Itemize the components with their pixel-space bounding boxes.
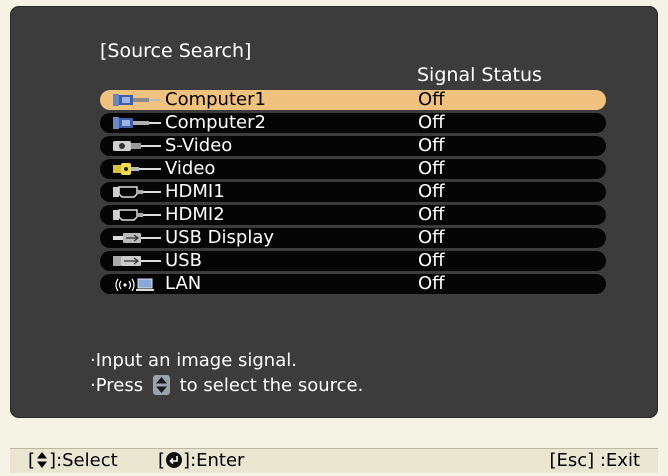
source-row-video[interactable]: Video Off (100, 159, 606, 179)
footer-enter-label: :Enter (190, 450, 245, 471)
svideo-connector-icon (113, 141, 161, 151)
source-status: Off (418, 250, 445, 271)
source-status: Off (418, 227, 445, 248)
up-down-arrow-icon (152, 375, 170, 395)
source-label: HDMI1 (165, 181, 225, 202)
source-row-lan[interactable]: LAN Off (100, 274, 606, 294)
source-row-svideo[interactable]: S-Video Off (100, 136, 606, 156)
help-select-text: to select the source. (179, 375, 364, 396)
source-status: Off (418, 181, 445, 202)
enter-button-icon (166, 452, 183, 468)
usb-connector-icon (113, 233, 161, 243)
source-status: Off (418, 204, 445, 225)
source-label: LAN (165, 273, 202, 294)
source-row-computer2[interactable]: Computer2 Off (100, 113, 606, 133)
source-label: Computer1 (165, 89, 266, 110)
vga-connector-icon (113, 94, 161, 106)
source-label: Computer2 (165, 112, 266, 133)
source-label: Video (165, 158, 216, 179)
source-label: HDMI2 (165, 204, 225, 225)
help-text-select-source: ·Press to select the source. (90, 375, 363, 396)
source-status: Off (418, 112, 445, 133)
source-row-hdmi2[interactable]: HDMI2 Off (100, 205, 606, 225)
source-status: Off (418, 158, 445, 179)
source-status: Off (418, 89, 445, 110)
source-status: Off (418, 273, 445, 294)
rca-video-connector-icon (113, 163, 161, 175)
source-row-usb-display[interactable]: USB Display Off (100, 228, 606, 248)
up-down-arrow-icon (37, 452, 48, 468)
source-row-computer1[interactable]: Computer1 Off (100, 90, 606, 110)
usb-connector-icon (113, 256, 161, 266)
hdmi-connector-icon (113, 186, 161, 198)
source-label: S-Video (165, 135, 233, 156)
source-list: Computer1 Off Computer2 Off S-Video Off (100, 90, 606, 297)
source-row-usb[interactable]: USB Off (100, 251, 606, 271)
source-status: Off (418, 135, 445, 156)
source-label: USB (165, 250, 202, 271)
source-search-panel: [Source Search] Signal Status Computer1 … (10, 6, 658, 418)
hdmi-connector-icon (113, 209, 161, 221)
footer-enter-hint: []:Enter (158, 450, 245, 471)
source-label: USB Display (165, 227, 275, 248)
wireless-lan-icon (115, 278, 154, 291)
source-row-hdmi1[interactable]: HDMI1 Off (100, 182, 606, 202)
help-text-input-signal: ·Input an image signal. (90, 350, 297, 371)
vga-connector-icon (113, 117, 161, 129)
footer-select-label: :Select (56, 450, 118, 471)
footer-select-hint: []:Select (28, 450, 118, 471)
footer-bar: []:Select []:Enter [Esc] :Exit (10, 448, 658, 473)
signal-status-header: Signal Status (417, 64, 542, 86)
footer-exit-hint: [Esc] :Exit (549, 450, 640, 471)
help-press-text: ·Press (90, 375, 144, 396)
menu-title: [Source Search] (100, 40, 252, 62)
